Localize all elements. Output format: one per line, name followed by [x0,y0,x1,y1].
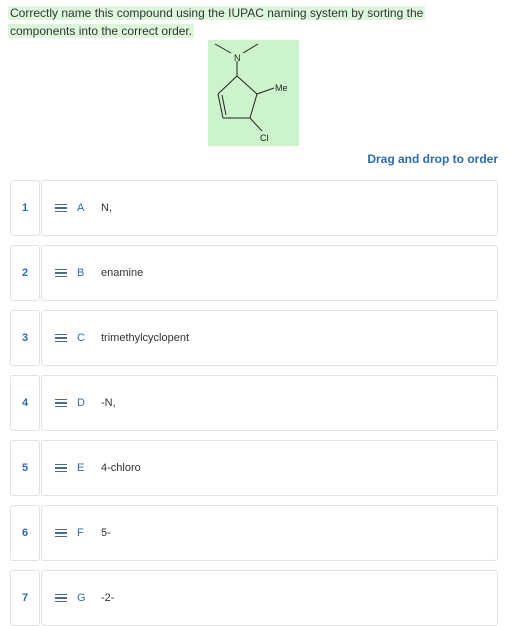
drag-handle-icon[interactable] [55,398,67,408]
draggable-item[interactable]: D -N, [41,375,498,431]
atom-label-cl: Cl [260,133,269,143]
position-number: 5 [10,440,40,496]
draggable-item[interactable]: B enamine [41,245,498,301]
n-methyl-bond-right [242,43,259,54]
order-row: 6 F 5- [10,505,498,561]
n-methyl-bond-left [214,43,232,54]
item-letter: B [77,267,85,279]
question-text: Correctly name this compound using the I… [8,6,426,38]
item-label: -N, [101,397,116,409]
item-letter: D [77,397,85,409]
drag-drop-hint: Drag and drop to order [367,152,498,166]
chemical-structure-image: N Me Cl [208,40,299,146]
drag-handle-icon[interactable] [55,463,67,473]
drag-handle-icon[interactable] [55,268,67,278]
item-label: 5- [101,527,111,539]
position-number: 3 [10,310,40,366]
position-number: 1 [10,180,40,236]
draggable-item[interactable]: A N, [41,180,498,236]
ring-double-bond [221,94,227,116]
order-row: 1 A N, [10,180,498,236]
item-letter: F [77,527,84,539]
atom-label-me: Me [275,83,288,93]
item-label: N, [101,202,112,214]
drag-handle-icon[interactable] [55,203,67,213]
item-letter: G [77,592,86,604]
position-number: 6 [10,505,40,561]
item-label: trimethylcyclopent [101,332,190,344]
atom-label-n: N [234,53,241,63]
ring-bond-5 [236,75,258,95]
item-letter: C [77,332,85,344]
draggable-item[interactable]: G -2- [41,570,498,626]
draggable-item[interactable]: E 4-chloro [41,440,498,496]
chloro-bond [249,117,263,132]
position-number: 2 [10,245,40,301]
drag-handle-icon[interactable] [55,528,67,538]
item-label: -2- [101,592,115,604]
methyl-bond [256,87,275,95]
item-label: enamine [101,267,144,279]
drag-handle-icon[interactable] [55,593,67,603]
draggable-item[interactable]: C trimethylcyclopent [41,310,498,366]
position-number: 4 [10,375,40,431]
order-row: 2 B enamine [10,245,498,301]
order-row: 7 G -2- [10,570,498,626]
order-row: 5 E 4-chloro [10,440,498,496]
question-prompt: Correctly name this compound using the I… [8,4,488,40]
item-letter: E [77,462,85,474]
ring-bond-1 [217,75,238,95]
item-letter: A [77,202,85,214]
order-row: 4 D -N, [10,375,498,431]
drag-handle-icon[interactable] [55,333,67,343]
position-number: 7 [10,570,40,626]
draggable-item[interactable]: F 5- [41,505,498,561]
item-label: 4-chloro [101,462,141,474]
ring-bond-4 [249,93,258,119]
order-row: 3 C trimethylcyclopent [10,310,498,366]
structure-drawing: N Me Cl [214,43,288,143]
